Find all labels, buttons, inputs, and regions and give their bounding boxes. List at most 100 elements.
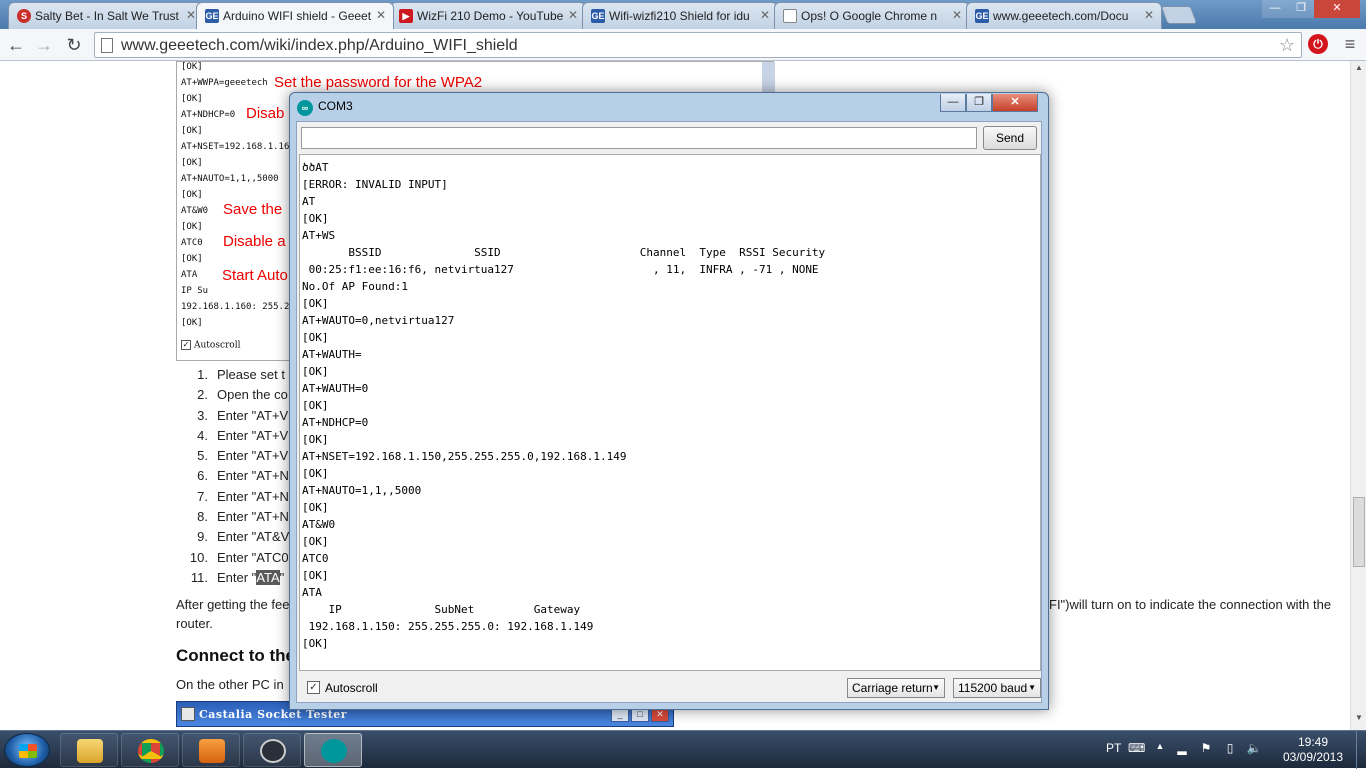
tab-close-icon[interactable]: ✕ bbox=[568, 8, 578, 22]
console-line: [ERROR: INVALID INPUT] bbox=[302, 178, 448, 191]
image-console-line: [OK] bbox=[181, 94, 203, 104]
console-line: BSSID SSID Channel Type RSSI Security bbox=[302, 246, 826, 259]
new-tab-button[interactable] bbox=[1160, 6, 1198, 24]
console-line: [OK] bbox=[302, 569, 329, 582]
page-favicon-icon bbox=[783, 9, 797, 23]
chevron-down-icon: ▼ bbox=[1028, 683, 1036, 692]
back-arrow-icon[interactable]: ← bbox=[4, 33, 28, 57]
scroll-down-arrow-icon[interactable]: ▼ bbox=[1351, 713, 1366, 727]
keyboard-icon[interactable]: ⌨ bbox=[1128, 741, 1145, 757]
forward-arrow-icon[interactable]: → bbox=[32, 33, 56, 57]
taskbar-explorer[interactable] bbox=[60, 733, 118, 767]
reload-icon[interactable]: ↻ bbox=[62, 33, 86, 57]
tab-close-icon[interactable]: ✕ bbox=[1144, 8, 1154, 22]
console-line: [OK] bbox=[302, 297, 329, 310]
show-hidden-icons-icon[interactable]: ▲ bbox=[1152, 741, 1168, 757]
browser-close-button[interactable]: ✕ bbox=[1314, 0, 1360, 18]
image-annotation: Disable a bbox=[223, 233, 286, 250]
list-item: 6. Enter "AT+N bbox=[197, 468, 289, 484]
console-line: ծծAT bbox=[302, 161, 329, 174]
com3-serial-monitor-window: ∞ COM3 — ❐ ✕ Send ծծAT [ERROR: INVALID IN… bbox=[289, 92, 1049, 710]
console-line: AT&W0 bbox=[302, 518, 336, 531]
line-ending-select[interactable]: Carriage return ▼ bbox=[847, 678, 945, 698]
section-heading: Connect to the bbox=[176, 646, 295, 665]
console-line: IP SubNet Gateway bbox=[302, 603, 581, 616]
start-button[interactable] bbox=[4, 733, 50, 767]
console-line: AT+WS bbox=[302, 229, 336, 242]
tab-salty-bet[interactable]: S Salty Bet - In Salt We Trust ✕ bbox=[8, 2, 204, 29]
list-item: 3. Enter "AT+V bbox=[197, 407, 289, 423]
scroll-up-arrow-icon[interactable]: ▲ bbox=[1351, 63, 1366, 77]
network-signal-icon[interactable]: ▂ bbox=[1174, 741, 1190, 757]
autoscroll-checkbox[interactable]: ✓ bbox=[307, 681, 320, 694]
taskbar-steam[interactable] bbox=[243, 733, 301, 767]
selected-text: ATA bbox=[256, 569, 280, 585]
console-line: 192.168.1.150: 255.255.255.0: 192.168.1.… bbox=[302, 620, 594, 633]
image-scrollbar bbox=[762, 62, 775, 92]
browser-maximize-button[interactable]: ❐ bbox=[1288, 0, 1314, 18]
image-console-line: [OK] bbox=[181, 190, 203, 200]
app-icon bbox=[181, 707, 195, 721]
image-annotation: Save the bbox=[223, 201, 283, 218]
paragraph-text: On the other PC in bbox=[176, 677, 284, 692]
console-line: AT+NAUTO=1,1,,5000 bbox=[302, 484, 422, 497]
list-item: 9. Enter "AT&V bbox=[197, 529, 290, 545]
minimize-button[interactable]: — bbox=[940, 94, 966, 112]
tab-arduino-wifi-shield[interactable]: GE Arduino WIFI shield - Geeetech ✕ bbox=[196, 2, 394, 29]
taskbar-arduino[interactable] bbox=[304, 733, 362, 767]
chrome-menu-icon[interactable]: ≡ bbox=[1340, 33, 1360, 55]
clock-date: 03/09/2013 bbox=[1282, 750, 1344, 764]
image-console-line: 192.168.1.160: 255.2 bbox=[181, 302, 290, 312]
close-button[interactable]: ✕ bbox=[992, 94, 1038, 112]
image-console-line: [OK] bbox=[181, 222, 203, 232]
serial-output[interactable]: ծծAT [ERROR: INVALID INPUT] AT [OK] AT+WS BS… bbox=[299, 154, 1041, 671]
action-center-flag-icon[interactable]: ⚑ bbox=[1198, 741, 1214, 757]
tab-close-icon[interactable]: ✕ bbox=[376, 8, 386, 22]
tab-close-icon[interactable]: ✕ bbox=[760, 8, 770, 22]
windows-logo-icon bbox=[19, 744, 37, 758]
browser-minimize-button[interactable]: — bbox=[1262, 0, 1288, 18]
language-indicator[interactable]: PT bbox=[1106, 741, 1121, 755]
image-annotation: Disab bbox=[246, 105, 285, 122]
console-line: AT+NSET=192.168.1.150,255.255.255.0,192.… bbox=[302, 450, 627, 463]
address-bar[interactable]: www.geeetech.com/wiki/index.php/Arduino_… bbox=[94, 32, 1302, 58]
arduino-logo-icon: ∞ bbox=[297, 100, 313, 116]
bookmark-star-icon[interactable]: ☆ bbox=[1279, 35, 1295, 56]
taskbar-clock[interactable]: 19:49 03/09/2013 bbox=[1280, 735, 1346, 765]
image-annotation: Set the password for the WPA2 bbox=[274, 74, 483, 91]
list-item: 1. Please set t bbox=[197, 367, 285, 382]
console-line: [OK] bbox=[302, 467, 329, 480]
tab-close-icon[interactable]: ✕ bbox=[952, 8, 962, 22]
tab-geeetech-docu[interactable]: GE www.geeetech.com/Docu ✕ bbox=[966, 2, 1162, 29]
console-line: [OK] bbox=[302, 331, 329, 344]
image-console-line: [OK] bbox=[181, 254, 203, 264]
taskbar-media-player[interactable] bbox=[182, 733, 240, 767]
baud-rate-select[interactable]: 115200 baud ▼ bbox=[953, 678, 1041, 698]
taskbar-chrome[interactable] bbox=[121, 733, 179, 767]
volume-icon[interactable]: 🔈 bbox=[1246, 741, 1262, 757]
serial-input[interactable] bbox=[301, 127, 977, 149]
send-button[interactable]: Send bbox=[983, 126, 1037, 150]
tab-close-icon[interactable]: ✕ bbox=[186, 8, 196, 22]
tab-title: Salty Bet - In Salt We Trust bbox=[35, 9, 179, 23]
list-item: 5. Enter "AT+V bbox=[197, 448, 289, 464]
extension-stop-icon[interactable]: ⏻ bbox=[1308, 34, 1328, 54]
tab-chrome-error[interactable]: Ops! O Google Chrome n ✕ bbox=[774, 2, 970, 29]
geeetech-favicon-icon: GE bbox=[591, 9, 605, 23]
page-scrollbar[interactable]: ▲ ▼ bbox=[1350, 61, 1366, 730]
battery-icon[interactable]: ▯ bbox=[1222, 741, 1238, 757]
list-item: 2. Open the co bbox=[197, 387, 288, 403]
show-desktop-button[interactable] bbox=[1356, 731, 1366, 769]
tab-wifi-wizfi210[interactable]: GE Wifi-wizfi210 Shield for idu ✕ bbox=[582, 2, 778, 29]
tab-wizfi-youtube[interactable]: ▶ WizFi 210 Demo - YouTube ✕ bbox=[390, 2, 586, 29]
console-line: [OK] bbox=[302, 212, 329, 225]
image-console-line: AT+NSET=192.168.1.160, bbox=[181, 142, 301, 152]
image-console-line: AT&W0 bbox=[181, 206, 209, 216]
serial-footer: ✓ Autoscroll Carriage return ▼ 115200 bau… bbox=[297, 673, 1043, 703]
image-console-line: ATA bbox=[181, 270, 198, 280]
scrollbar-thumb[interactable] bbox=[1353, 497, 1365, 567]
paragraph-text: router. bbox=[176, 616, 213, 631]
image-console-line: [OK] bbox=[181, 158, 203, 168]
maximize-button[interactable]: ❐ bbox=[966, 94, 992, 112]
system-tray: PT ⌨ ▲ ▂ ⚑ ▯ 🔈 19:49 03/09/2013 bbox=[1100, 731, 1366, 769]
